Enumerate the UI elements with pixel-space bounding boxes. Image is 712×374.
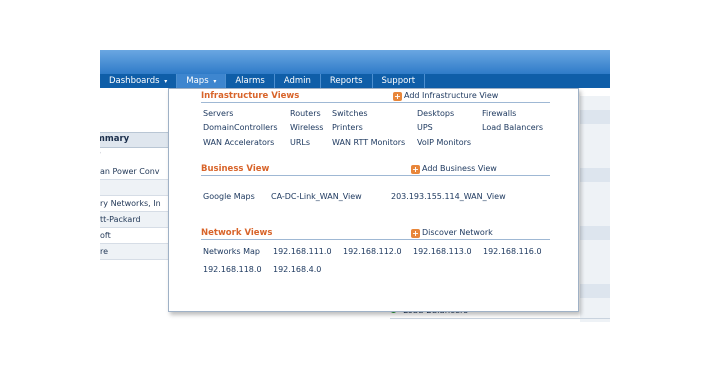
link-servers[interactable]: Servers [203,109,233,118]
chevron-down-icon: ▾ [213,78,217,85]
list-item: an Power Conv [100,164,172,180]
link-business-view[interactable]: 203.193.155.114_WAN_View [391,192,506,201]
discover-network-label: Discover Network [422,228,493,237]
nav-alarms[interactable]: Alarms [226,74,275,88]
add-icon: + [393,92,402,101]
nav-maps-label: Maps [186,76,209,86]
nav-admin-label: Admin [283,76,311,86]
nav-reports[interactable]: Reports [321,74,373,88]
summary-header: mmary [100,132,172,148]
header-banner [100,50,610,74]
section-divider [201,102,550,103]
link-network[interactable]: 192.168.4.0 [273,265,321,274]
link-firewalls[interactable]: Firewalls [482,109,516,118]
link-network[interactable]: 192.168.118.0 [203,265,262,274]
network-views-title: Network Views [201,228,273,238]
business-view-title: Business View [201,164,270,174]
panel-stripe [580,284,610,298]
list-item: re [100,244,172,260]
add-business-view-label: Add Business View [422,164,497,173]
link-network[interactable]: 192.168.116.0 [483,247,542,256]
link-networks-map[interactable]: Networks Map [203,247,260,256]
section-divider [201,175,550,176]
nav-reports-label: Reports [329,76,363,86]
link-network[interactable]: 192.168.111.0 [273,247,332,256]
link-load-balancers[interactable]: Load Balancers [482,123,543,132]
add-infrastructure-view-label: Add Infrastructure View [404,91,499,100]
panel-stripe [580,226,610,240]
add-icon: + [411,165,420,174]
list-item: oft [100,228,172,244]
list-item [100,180,172,196]
link-switches[interactable]: Switches [332,109,368,118]
nav-admin[interactable]: Admin [275,74,321,88]
list-item: ry Networks, In [100,196,172,212]
vendor-list: an Power Conv ry Networks, In tt-Packard… [100,164,172,260]
link-network[interactable]: 192.168.113.0 [413,247,472,256]
link-google-maps[interactable]: Google Maps [203,192,255,201]
link-routers[interactable]: Routers [290,109,321,118]
link-wan-rtt-monitors[interactable]: WAN RTT Monitors [332,138,405,147]
link-printers[interactable]: Printers [332,123,363,132]
chevron-down-icon: ▾ [164,78,168,85]
link-urls[interactable]: URLs [290,138,310,147]
panel-stripe [580,168,610,182]
main-nav: Dashboards ▾ Maps ▾ Alarms Admin Reports… [100,74,610,88]
infrastructure-views-title: Infrastructure Views [201,91,300,101]
link-network[interactable]: 192.168.112.0 [343,247,402,256]
link-ups[interactable]: UPS [417,123,433,132]
nav-support-label: Support [381,76,416,86]
nav-alarms-label: Alarms [235,76,265,86]
add-infrastructure-view-link[interactable]: + Add Infrastructure View [393,91,498,101]
add-icon: + [411,229,420,238]
section-divider [201,239,550,240]
nav-support[interactable]: Support [373,74,426,88]
nav-dashboards[interactable]: Dashboards ▾ [100,74,178,88]
divider [390,318,610,319]
link-wireless[interactable]: Wireless [290,123,323,132]
link-desktops[interactable]: Desktops [417,109,454,118]
summary-header-label: mmary [100,134,130,144]
link-voip-monitors[interactable]: VoIP Monitors [417,138,471,147]
panel-stripe [580,110,610,124]
nav-maps[interactable]: Maps ▾ [177,74,227,88]
nav-dashboards-label: Dashboards [109,76,160,86]
app-window: Dashboards ▾ Maps ▾ Alarms Admin Reports… [100,50,610,322]
discover-network-link[interactable]: + Discover Network [411,228,493,238]
link-business-view[interactable]: CA-DC-Link_WAN_View [271,192,362,201]
link-domain-controllers[interactable]: DomainControllers [203,123,278,132]
add-business-view-link[interactable]: + Add Business View [411,164,497,174]
maps-dropdown: Infrastructure Views + Add Infrastructure… [168,88,579,312]
list-item: tt-Packard [100,212,172,228]
link-wan-accelerators[interactable]: WAN Accelerators [203,138,274,147]
